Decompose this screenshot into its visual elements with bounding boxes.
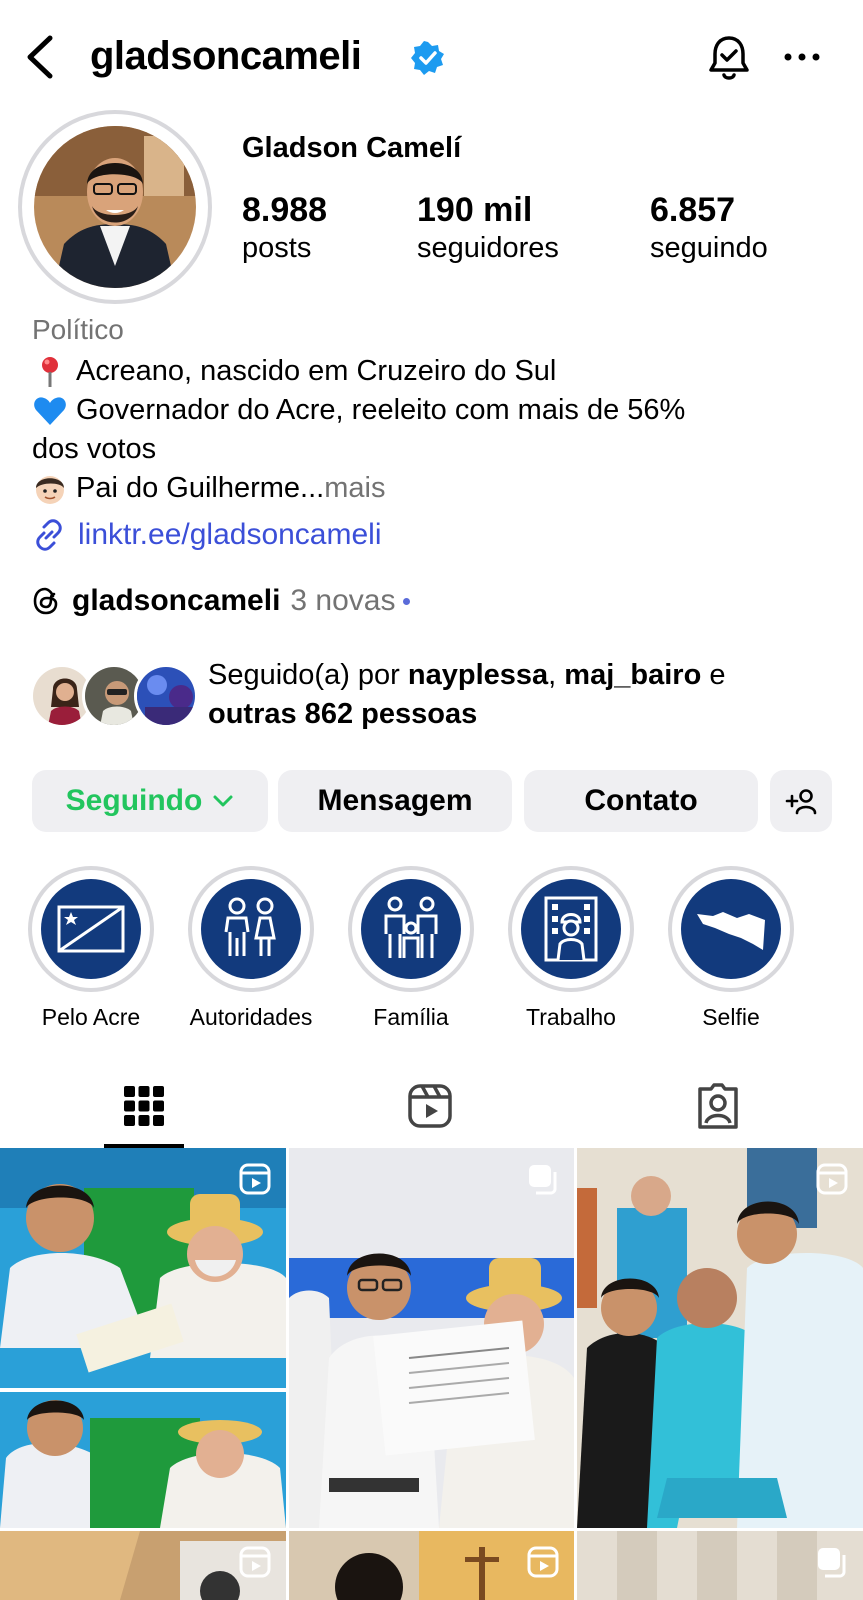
followed-sep: , [548,659,565,691]
threads-new-count: 3 novas [290,584,396,617]
highlight-ring [348,866,474,992]
following-button[interactable]: Seguindo [32,770,268,832]
highlight-ring [668,866,794,992]
threads-badge[interactable]: gladsoncameli 3 novas [32,584,411,618]
bio-line: Pai do Guilherme... mais [32,469,832,508]
highlight-trabalho[interactable]: Trabalho [506,866,636,1031]
acre-map-icon [697,912,765,950]
bio-more-link[interactable]: mais [324,469,385,508]
profile-username: gladsoncameli [90,34,362,78]
post-thumbnail[interactable] [0,1148,286,1528]
verified-badge-icon [411,41,444,75]
highlight-ring [508,866,634,992]
reels-badge-icon [239,1163,271,1195]
threads-dot [403,597,411,605]
worker-building-icon [544,896,598,962]
followed-prefix: Seguido(a) por [208,659,408,691]
highlight-label: Pelo Acre [41,1004,141,1030]
boy-emoji-icon [36,475,64,504]
stat-followers-label: seguidores [417,232,559,264]
profile-category: Político [32,314,124,345]
reels-badge-icon [239,1546,271,1578]
highlight-label: Selfie [702,1004,760,1030]
stat-posts-label: posts [242,232,312,264]
followed-user-1[interactable]: nayplessa [408,659,548,691]
message-button[interactable]: Mensagem [278,770,512,832]
highlight-ring [28,866,154,992]
highlight-autoridades[interactable]: Autoridades [186,866,316,1031]
followed-by[interactable]: Seguido(a) por nayplessa, maj_bairo e out… [30,656,850,736]
highlight-ring [188,866,314,992]
reels-badge-icon [527,1546,559,1578]
profile-link-text: linktr.ee/gladsoncameli [78,518,382,551]
profile-link[interactable]: linktr.ee/gladsoncameli [32,518,382,552]
message-button-label: Mensagem [317,784,473,817]
acre-flag-icon [57,905,125,953]
back-arrow-icon[interactable] [20,30,60,84]
post-thumbnail[interactable] [289,1148,574,1528]
bio-line-2: Governador do Acre, reeleito com mais de… [76,394,686,426]
carousel-badge-icon [529,1165,557,1195]
add-person-icon [785,789,817,815]
suggest-people-button[interactable] [770,770,832,832]
profile-bio: Acreano, nascido em Cruzeiro do Sul Gove… [32,352,832,508]
post-thumbnail[interactable] [577,1531,863,1600]
highlight-pelo-acre[interactable]: Pelo Acre [26,866,156,1031]
pin-emoji-icon [42,356,58,387]
stat-following[interactable]: 6.857 seguindo [650,190,768,266]
follower-avatar [134,664,198,728]
profile-avatar-ring[interactable] [18,110,212,304]
more-options-icon[interactable] [782,44,822,70]
people-couple-icon [224,897,276,956]
stat-posts[interactable]: 8.988 posts [242,190,327,266]
bio-line-1: Acreano, nascido em Cruzeiro do Sul [76,355,557,387]
stat-following-label: seguindo [650,232,768,264]
bio-line: Governador do Acre, reeleito com mais de… [32,391,832,430]
top-bar: gladsoncameli [0,0,863,116]
link-chain-icon [36,519,62,551]
threads-icon [33,587,58,615]
bio-line: dos votos [32,430,832,469]
bio-line-3: dos votos [32,433,157,465]
reels-badge-icon [816,1163,848,1195]
followed-by-text: Seguido(a) por nayplessa, maj_bairo e out… [208,656,848,734]
profile-tabs [0,1064,863,1148]
post-thumbnail[interactable] [0,1531,286,1600]
followed-user-2[interactable]: maj_bairo [564,659,701,691]
stat-followers[interactable]: 190 mil seguidores [417,190,559,266]
bio-line: Acreano, nascido em Cruzeiro do Sul [32,352,832,391]
highlight-selfie[interactable]: Selfie [666,866,796,1031]
following-button-label: Seguindo [65,784,203,817]
contact-button[interactable]: Contato [524,770,758,832]
chevron-down-icon [213,795,233,807]
stat-following-value: 6.857 [650,191,736,229]
highlight-label: Trabalho [526,1004,616,1030]
blue-heart-emoji-icon [34,396,66,425]
followed-and: e [701,659,726,691]
avatar[interactable] [34,126,196,288]
threads-username: gladsoncameli [72,584,281,617]
carousel-badge-icon [818,1548,846,1578]
contact-button-label: Contato [584,784,698,817]
post-thumbnail[interactable] [289,1531,574,1600]
stat-posts-value: 8.988 [242,191,328,229]
highlight-label: Família [373,1004,449,1030]
followed-others[interactable]: outras 862 pessoas [208,698,477,730]
family-icon [384,896,438,958]
notification-bell-icon[interactable] [706,33,752,83]
grid-icon[interactable] [120,1082,168,1130]
highlight-familia[interactable]: Família [346,866,476,1031]
bio-line-4: Pai do Guilherme... [76,472,325,504]
tagged-icon[interactable] [694,1082,742,1130]
profile-full-name: Gladson Camelí [242,132,462,164]
highlight-label: Autoridades [189,1004,313,1030]
stat-followers-value: 190 mil [417,191,533,229]
reels-icon[interactable] [406,1082,454,1130]
post-thumbnail[interactable] [577,1148,863,1528]
